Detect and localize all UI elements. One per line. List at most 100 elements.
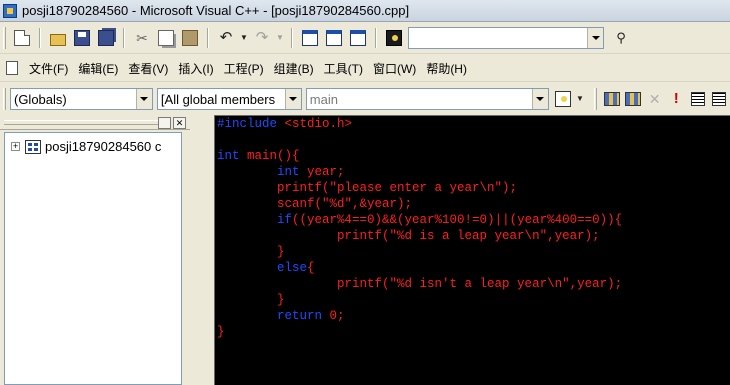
undo-button[interactable]: ↶ — [215, 27, 237, 49]
pane-restore-button[interactable] — [158, 117, 171, 129]
redo-dropdown[interactable]: ▼ — [275, 27, 285, 49]
menu-edit[interactable]: 编辑(E) — [73, 60, 123, 77]
members-combo-value: main — [309, 91, 338, 107]
members-combo[interactable]: main — [305, 88, 549, 110]
code-keyword: #include — [217, 117, 278, 131]
code-keyword: int — [217, 149, 240, 163]
class-combo[interactable]: (Globals) — [9, 88, 153, 110]
menu-view[interactable]: 查看(V) — [123, 60, 173, 77]
go-icon — [690, 92, 705, 106]
code-text: } — [277, 293, 285, 307]
menu-window[interactable]: 窗口(W) — [368, 60, 421, 77]
code-text: main(){ — [239, 149, 300, 163]
save-all-button[interactable] — [95, 27, 117, 49]
find-combo[interactable] — [408, 27, 604, 49]
copy-button[interactable] — [155, 27, 177, 49]
code-line[interactable]: else{ — [217, 260, 315, 276]
code-keyword: if — [277, 213, 293, 227]
toolbar-grip[interactable] — [3, 88, 6, 110]
copy-icon — [158, 30, 174, 46]
find-in-files-button[interactable] — [383, 27, 405, 49]
code-line[interactable]: if((year%4==0)&&(year%100!=0)||(year%400… — [217, 212, 622, 228]
go-button[interactable] — [687, 88, 709, 110]
code-text: year; — [299, 165, 345, 179]
window-list-button[interactable] — [347, 27, 369, 49]
workspace-pane-header[interactable]: ✕ — [0, 116, 210, 130]
code-line[interactable]: int main(){ — [217, 148, 300, 164]
execute-button[interactable]: ! — [665, 88, 687, 110]
menu-build[interactable]: 组建(B) — [269, 60, 319, 77]
build-button[interactable] — [622, 88, 644, 110]
class-combo-value: (Globals) — [13, 91, 67, 107]
open-button[interactable] — [47, 27, 69, 49]
chevron-down-icon[interactable] — [284, 89, 301, 109]
code-keyword: int — [277, 165, 300, 179]
redo-button[interactable]: ↷ — [251, 27, 273, 49]
expand-icon[interactable]: + — [11, 142, 20, 151]
tree-item-workspace[interactable]: + posji18790284560 c — [11, 139, 161, 154]
code-line[interactable]: int year; — [217, 164, 345, 180]
redo-icon: ↷ — [255, 29, 269, 46]
compile-button[interactable] — [601, 88, 623, 110]
save-icon — [74, 30, 90, 46]
compile-icon — [603, 92, 620, 106]
breakpoint-button[interactable] — [708, 88, 730, 110]
code-line[interactable]: return 0; — [217, 308, 345, 324]
output-window-icon — [326, 30, 342, 46]
code-text: printf("please enter a year\n"); — [277, 181, 518, 195]
find-combo-value[interactable] — [409, 28, 587, 48]
code-text: { — [307, 261, 315, 275]
code-line[interactable]: scanf("%d",&year); — [217, 196, 412, 212]
find-button[interactable]: ⚲ — [610, 27, 632, 49]
paste-button[interactable] — [179, 27, 201, 49]
code-text: scanf("%d",&year); — [277, 197, 413, 211]
pane-grip[interactable] — [4, 120, 170, 125]
chevron-down-icon: ▼ — [575, 94, 584, 103]
menu-tools[interactable]: 工具(T) — [319, 60, 368, 77]
stop-build-button[interactable]: ✕ — [644, 88, 666, 110]
toolbar-grip[interactable] — [3, 27, 6, 49]
menu-insert[interactable]: 插入(I) — [173, 60, 218, 77]
code-line[interactable]: #include <stdio.h> — [217, 116, 352, 132]
toolbar-grip[interactable] — [593, 88, 597, 110]
wizard-actions-dropdown[interactable]: ▼ — [575, 88, 585, 110]
code-line[interactable]: } — [217, 244, 285, 260]
workspace-tree[interactable]: + posji18790284560 c — [4, 132, 182, 385]
standard-toolbar: ✂ ↶ ▼ ↷ ▼ ⚲ — [0, 23, 730, 54]
workspace-window-button[interactable] — [299, 27, 321, 49]
document-icon[interactable] — [6, 61, 18, 75]
pane-close-button[interactable]: ✕ — [173, 117, 186, 129]
folder-open-icon — [50, 33, 66, 46]
wizard-actions-button[interactable] — [553, 88, 575, 110]
workspace-window-icon — [302, 30, 318, 46]
find-in-files-icon — [386, 30, 402, 46]
code-line[interactable]: printf("%d isn't a leap year\n",year); — [217, 276, 622, 292]
visual-cpp-app-icon[interactable] — [3, 3, 17, 18]
menu-project[interactable]: 工程(P) — [219, 60, 269, 77]
save-all-icon — [98, 30, 114, 46]
find-combo-dropdown[interactable] — [587, 28, 603, 48]
code-line[interactable]: } — [217, 292, 285, 308]
chevron-down-icon[interactable] — [531, 89, 548, 109]
code-line[interactable]: printf("%d is a leap year\n",year); — [217, 228, 600, 244]
chevron-down-icon[interactable] — [135, 89, 152, 109]
menu-file[interactable]: 文件(F) — [24, 60, 73, 77]
toolbar-separator — [39, 28, 41, 48]
window-list-icon — [350, 30, 366, 46]
filter-combo[interactable]: [All global members — [156, 88, 302, 110]
code-editor[interactable]: #include <stdio.h> int main(){ int year; … — [214, 115, 730, 385]
scissors-icon: ✂ — [136, 30, 148, 46]
tree-item-label: posji18790284560 c — [45, 139, 162, 154]
output-window-button[interactable] — [323, 27, 345, 49]
menu-help[interactable]: 帮助(H) — [421, 60, 472, 77]
window-title: posji18790284560 - Microsoft Visual C++ … — [22, 3, 410, 18]
save-button[interactable] — [71, 27, 93, 49]
code-line[interactable]: printf("please enter a year\n"); — [217, 180, 517, 196]
undo-dropdown[interactable]: ▼ — [239, 27, 249, 49]
cut-button[interactable]: ✂ — [131, 27, 153, 49]
chevron-down-icon: ▼ — [276, 33, 284, 42]
new-file-button[interactable] — [11, 27, 33, 49]
code-line[interactable]: } — [217, 324, 225, 340]
undo-icon: ↶ — [219, 29, 233, 46]
pane-splitter[interactable] — [190, 116, 214, 385]
